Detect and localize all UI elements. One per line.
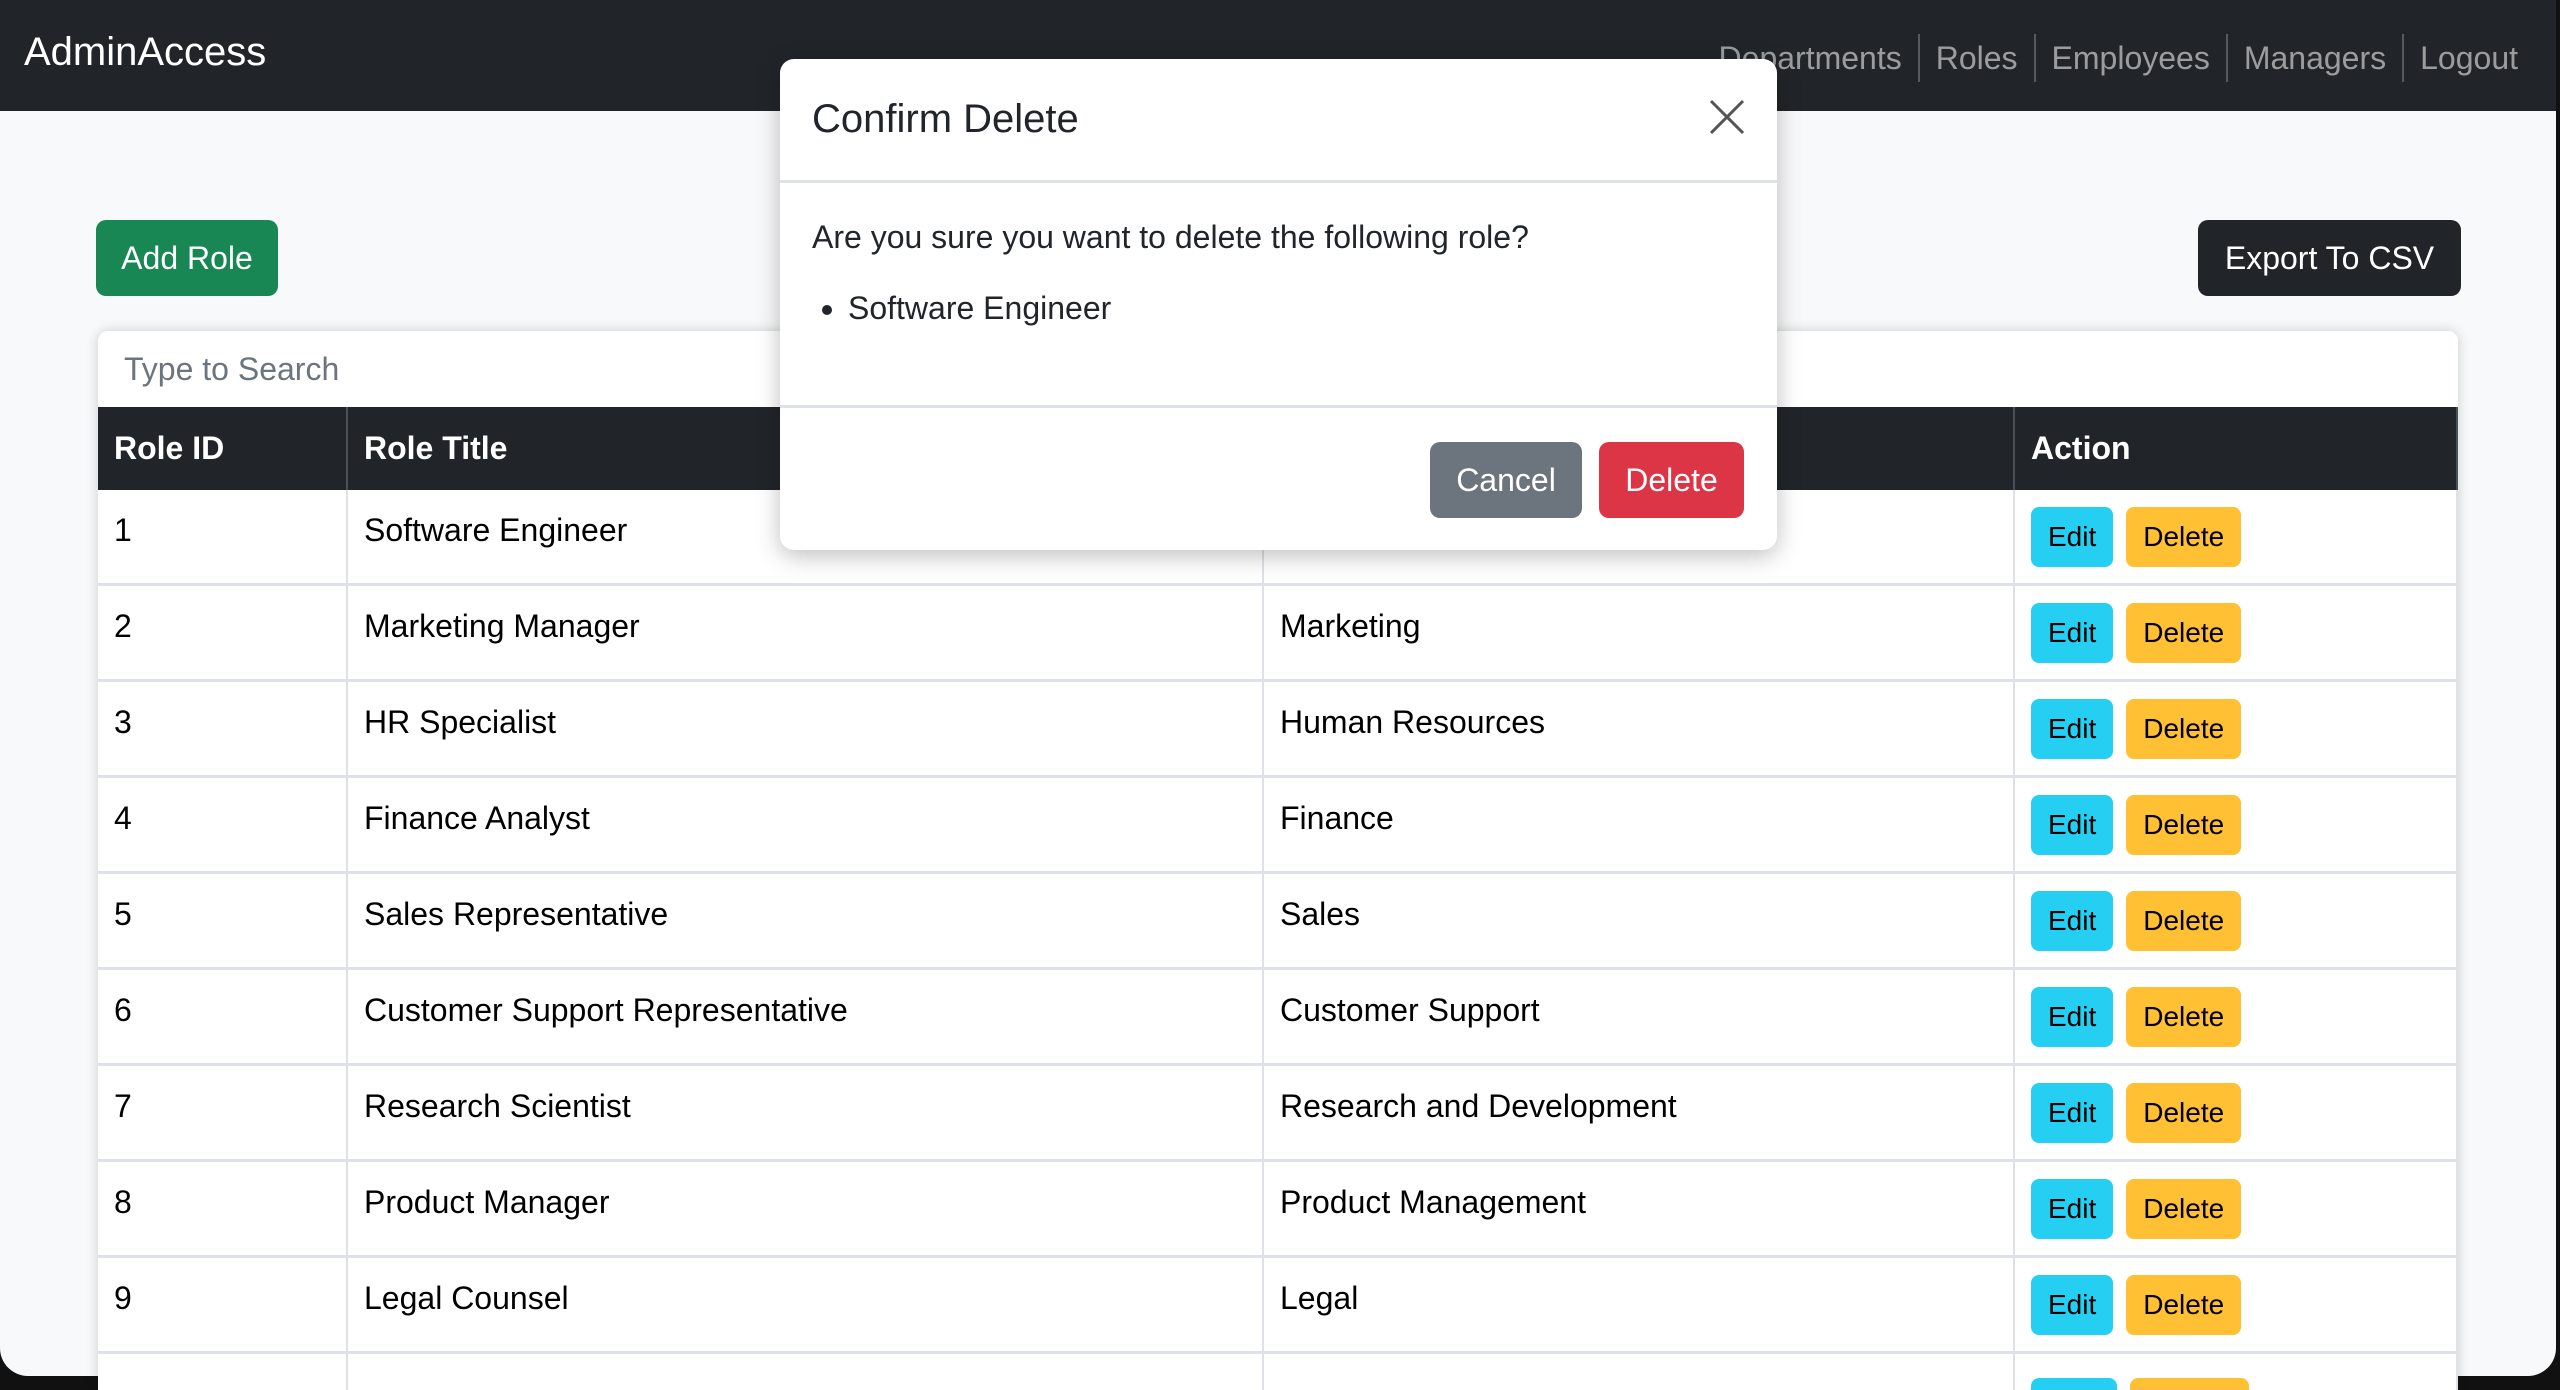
modal-body: Are you sure you want to delete the foll… bbox=[780, 183, 1777, 408]
role-id: 8 bbox=[98, 1162, 348, 1258]
row-actions: Edit Delete bbox=[2015, 1258, 2458, 1354]
role-to-delete: Software Engineer bbox=[848, 290, 1745, 327]
confirm-delete-button[interactable]: Delete bbox=[1599, 442, 1744, 518]
delete-button[interactable]: Delete bbox=[2126, 1082, 2242, 1143]
page: AdminAccess Departments Roles Employees … bbox=[0, 0, 2556, 1390]
export-csv-button[interactable]: Export To CSV bbox=[2198, 220, 2461, 296]
edit-button[interactable]: Edit bbox=[2031, 986, 2114, 1047]
modal-message: Are you sure you want to delete the foll… bbox=[812, 219, 1529, 255]
nav-logout[interactable]: Logout bbox=[2402, 34, 2534, 82]
role-department bbox=[1264, 1354, 2015, 1390]
header-action: Action bbox=[2015, 407, 2458, 490]
role-id: 9 bbox=[98, 1258, 348, 1354]
role-id: 1 bbox=[98, 490, 348, 586]
delete-button[interactable]: Delete bbox=[2126, 794, 2242, 855]
delete-button[interactable] bbox=[2130, 1378, 2249, 1390]
row-actions: Edit Delete bbox=[2015, 874, 2458, 970]
brand-logo[interactable]: AdminAccess bbox=[24, 30, 266, 75]
role-id: 4 bbox=[98, 778, 348, 874]
role-id bbox=[98, 1354, 348, 1390]
role-department: Legal bbox=[1264, 1258, 2015, 1354]
delete-button[interactable]: Delete bbox=[2126, 506, 2242, 567]
role-title: Customer Support Representative bbox=[348, 970, 1264, 1066]
delete-button[interactable]: Delete bbox=[2126, 698, 2242, 759]
delete-button[interactable]: Delete bbox=[2126, 602, 2242, 663]
row-actions: Edit Delete bbox=[2015, 970, 2458, 1066]
confirm-delete-modal: Confirm Delete Are you sure you want to … bbox=[780, 59, 1777, 550]
edit-button[interactable] bbox=[2031, 1378, 2117, 1390]
add-role-button[interactable]: Add Role bbox=[96, 220, 278, 296]
edit-button[interactable]: Edit bbox=[2031, 1274, 2114, 1335]
row-actions: Edit Delete bbox=[2015, 778, 2458, 874]
role-department: Sales bbox=[1264, 874, 2015, 970]
role-title: Product Manager bbox=[348, 1162, 1264, 1258]
delete-button[interactable]: Delete bbox=[2126, 1178, 2242, 1239]
role-title: Research Scientist bbox=[348, 1066, 1264, 1162]
role-id: 2 bbox=[98, 586, 348, 682]
role-title bbox=[348, 1354, 1264, 1390]
delete-button[interactable]: Delete bbox=[2126, 1274, 2242, 1335]
edit-button[interactable]: Edit bbox=[2031, 1178, 2114, 1239]
nav-employees[interactable]: Employees bbox=[2033, 34, 2226, 82]
modal-title: Confirm Delete bbox=[812, 97, 1079, 141]
row-actions: Edit Delete bbox=[2015, 682, 2458, 778]
row-actions: Edit Delete bbox=[2015, 1066, 2458, 1162]
edit-button[interactable]: Edit bbox=[2031, 602, 2114, 663]
role-department: Customer Support bbox=[1264, 970, 2015, 1066]
role-title: Legal Counsel bbox=[348, 1258, 1264, 1354]
edit-button[interactable]: Edit bbox=[2031, 794, 2114, 855]
role-title: HR Specialist bbox=[348, 682, 1264, 778]
modal-header: Confirm Delete bbox=[780, 59, 1777, 183]
role-id: 7 bbox=[98, 1066, 348, 1162]
row-actions: Edit Delete bbox=[2015, 586, 2458, 682]
row-actions: Edit Delete bbox=[2015, 1162, 2458, 1258]
edit-button[interactable]: Edit bbox=[2031, 1082, 2114, 1143]
table-row: 9 Legal Counsel Legal Edit Delete bbox=[98, 1258, 2458, 1354]
edit-button[interactable]: Edit bbox=[2031, 890, 2114, 951]
role-department: Product Management bbox=[1264, 1162, 2015, 1258]
role-department: Human Resources bbox=[1264, 682, 2015, 778]
roles-table: Role ID Role Title Action 1 Software Eng… bbox=[98, 407, 2458, 1390]
role-department: Research and Development bbox=[1264, 1066, 2015, 1162]
row-actions: Edit Delete bbox=[2015, 490, 2458, 586]
role-title: Sales Representative bbox=[348, 874, 1264, 970]
table-row: 3 HR Specialist Human Resources Edit Dele… bbox=[98, 682, 2458, 778]
table-row: 4 Finance Analyst Finance Edit Delete bbox=[98, 778, 2458, 874]
delete-button[interactable]: Delete bbox=[2126, 890, 2242, 951]
role-department: Finance bbox=[1264, 778, 2015, 874]
table-row: 2 Marketing Manager Marketing Edit Delete bbox=[98, 586, 2458, 682]
role-id: 3 bbox=[98, 682, 348, 778]
table-row: 5 Sales Representative Sales Edit Delete bbox=[98, 874, 2458, 970]
table-row: 6 Customer Support Representative Custom… bbox=[98, 970, 2458, 1066]
edit-button[interactable]: Edit bbox=[2031, 506, 2114, 567]
nav-roles[interactable]: Roles bbox=[1917, 34, 2034, 82]
nav-managers[interactable]: Managers bbox=[2225, 34, 2402, 82]
delete-button[interactable]: Delete bbox=[2126, 986, 2242, 1047]
header-role-id: Role ID bbox=[98, 407, 348, 490]
role-title: Marketing Manager bbox=[348, 586, 1264, 682]
table-row: 7 Research Scientist Research and Develo… bbox=[98, 1066, 2458, 1162]
row-actions bbox=[2015, 1354, 2458, 1390]
nav-links: Departments Roles Employees Managers Log… bbox=[1703, 34, 2534, 82]
cancel-button[interactable]: Cancel bbox=[1430, 442, 1582, 518]
edit-button[interactable]: Edit bbox=[2031, 698, 2114, 759]
table-row: 8 Product Manager Product Management Edi… bbox=[98, 1162, 2458, 1258]
role-id: 6 bbox=[98, 970, 348, 1066]
close-icon[interactable] bbox=[1705, 95, 1749, 139]
role-id: 5 bbox=[98, 874, 348, 970]
role-department: Marketing bbox=[1264, 586, 2015, 682]
role-title: Finance Analyst bbox=[348, 778, 1264, 874]
table-row bbox=[98, 1354, 2458, 1390]
